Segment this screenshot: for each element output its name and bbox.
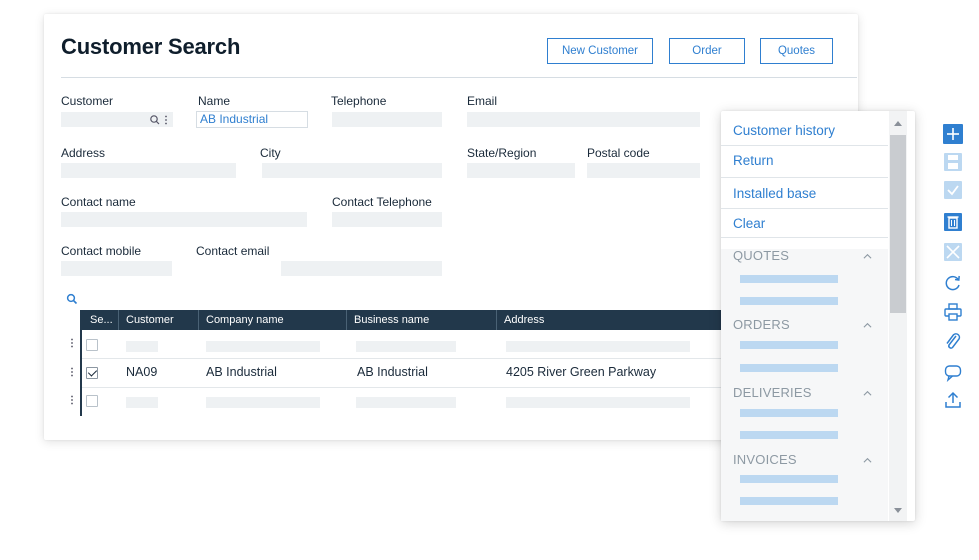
invoices-placeholder-bar: [740, 497, 838, 505]
contact-telephone-field[interactable]: [332, 212, 442, 227]
contact-name-field[interactable]: [61, 212, 307, 227]
contact-mobile-label: Contact mobile: [61, 244, 142, 258]
return-link[interactable]: Return: [733, 153, 774, 168]
address-label: Address: [61, 146, 106, 160]
chevron-up-icon[interactable]: [863, 456, 872, 465]
customer-label: Customer: [61, 94, 114, 108]
table-cell-placeholder: [126, 397, 158, 408]
table-cell-placeholder: [506, 341, 690, 352]
table-left-bar: [80, 330, 82, 416]
name-label: Name: [198, 94, 231, 108]
header-divider: [61, 77, 857, 78]
panel-divider: [721, 237, 888, 238]
email-label: Email: [467, 94, 498, 108]
city-field[interactable]: [262, 163, 442, 178]
table-cell-placeholder: [356, 341, 456, 352]
refresh-icon[interactable]: [943, 273, 963, 293]
contact-telephone-label: Contact Telephone: [332, 195, 432, 209]
deliveries-section-title[interactable]: DELIVERIES: [733, 385, 812, 400]
column-header-company-name[interactable]: Company name: [200, 310, 284, 330]
cell-company-name[interactable]: AB Industrial: [206, 365, 277, 379]
column-separator: [118, 310, 119, 330]
invoices-placeholder-bar: [740, 475, 838, 483]
cell-address[interactable]: 4205 River Green Parkway: [506, 365, 656, 379]
check-icon[interactable]: [943, 180, 963, 200]
orders-section-title[interactable]: ORDERS: [733, 317, 790, 332]
deliveries-placeholder-bar: [740, 409, 838, 417]
attach-icon[interactable]: [943, 332, 963, 352]
postal-code-field[interactable]: [587, 163, 700, 178]
row-handle-icon[interactable]: ⋮: [67, 367, 77, 378]
table-cell-placeholder: [206, 341, 320, 352]
row-checkbox-checked[interactable]: [86, 367, 98, 379]
cell-business-name[interactable]: AB Industrial: [357, 365, 428, 379]
chevron-up-icon[interactable]: [863, 321, 872, 330]
email-field[interactable]: [467, 112, 700, 127]
order-button[interactable]: Order: [669, 38, 745, 64]
contact-mobile-field[interactable]: [61, 261, 172, 276]
panel-scrollbar-thumb[interactable]: [890, 135, 906, 313]
telephone-label: Telephone: [331, 94, 387, 108]
name-field[interactable]: AB Industrial: [196, 111, 308, 128]
quotes-placeholder-bar: [740, 275, 838, 283]
quotes-section-title[interactable]: QUOTES: [733, 248, 789, 263]
scroll-up-icon[interactable]: [893, 119, 903, 127]
side-panel: Customer history Return Installed base C…: [721, 111, 915, 521]
plus-icon[interactable]: [943, 124, 963, 144]
column-header-customer[interactable]: Customer: [120, 310, 174, 330]
address-field[interactable]: [61, 163, 236, 178]
postal-code-label: Postal code: [587, 146, 650, 160]
state-region-label: State/Region: [467, 146, 537, 160]
column-separator: [198, 310, 199, 330]
comment-icon[interactable]: [943, 362, 963, 382]
column-header-address[interactable]: Address: [498, 310, 544, 330]
row-checkbox[interactable]: [86, 339, 98, 351]
deliveries-placeholder-bar: [740, 431, 838, 439]
upload-icon[interactable]: [943, 390, 963, 410]
row-checkbox[interactable]: [86, 395, 98, 407]
column-header-select[interactable]: Se...: [84, 310, 113, 330]
table-cell-placeholder: [506, 397, 690, 408]
table-cell-placeholder: [356, 397, 456, 408]
scroll-down-icon[interactable]: [893, 507, 903, 515]
quotes-button[interactable]: Quotes: [760, 38, 833, 64]
chevron-up-icon[interactable]: [863, 252, 872, 261]
panel-divider: [721, 145, 888, 146]
table-search-icon[interactable]: [66, 293, 78, 305]
column-separator: [496, 310, 497, 330]
orders-placeholder-bar: [740, 364, 838, 372]
column-separator: [346, 310, 347, 330]
orders-placeholder-bar: [740, 341, 838, 349]
column-header-business-name[interactable]: Business name: [348, 310, 429, 330]
lookup-search-icon[interactable]: [149, 114, 171, 126]
print-icon[interactable]: [943, 302, 963, 322]
customer-history-link[interactable]: Customer history: [733, 123, 835, 138]
table-cell-placeholder: [126, 341, 158, 352]
panel-divider: [721, 177, 888, 178]
table-cell-placeholder: [206, 397, 320, 408]
chevron-up-icon[interactable]: [863, 389, 872, 398]
close-icon[interactable]: [943, 242, 963, 262]
contact-email-label: Contact email: [196, 244, 270, 258]
state-region-field[interactable]: [467, 163, 575, 178]
cell-customer[interactable]: NA09: [126, 365, 157, 379]
invoices-section-title[interactable]: INVOICES: [733, 452, 797, 467]
panel-divider: [721, 208, 888, 209]
save-icon[interactable]: [943, 152, 963, 172]
telephone-field[interactable]: [332, 112, 442, 127]
page-title: Customer Search: [61, 34, 241, 59]
contact-name-label: Contact name: [61, 195, 136, 209]
city-label: City: [260, 146, 281, 160]
quotes-placeholder-bar: [740, 297, 838, 305]
row-handle-icon[interactable]: ⋮: [67, 395, 77, 406]
installed-base-link[interactable]: Installed base: [733, 186, 816, 201]
clear-link[interactable]: Clear: [733, 216, 765, 231]
trash-icon[interactable]: [943, 212, 963, 232]
new-customer-button[interactable]: New Customer: [547, 38, 653, 64]
contact-email-field[interactable]: [281, 261, 442, 276]
row-handle-icon[interactable]: ⋮: [67, 338, 77, 349]
